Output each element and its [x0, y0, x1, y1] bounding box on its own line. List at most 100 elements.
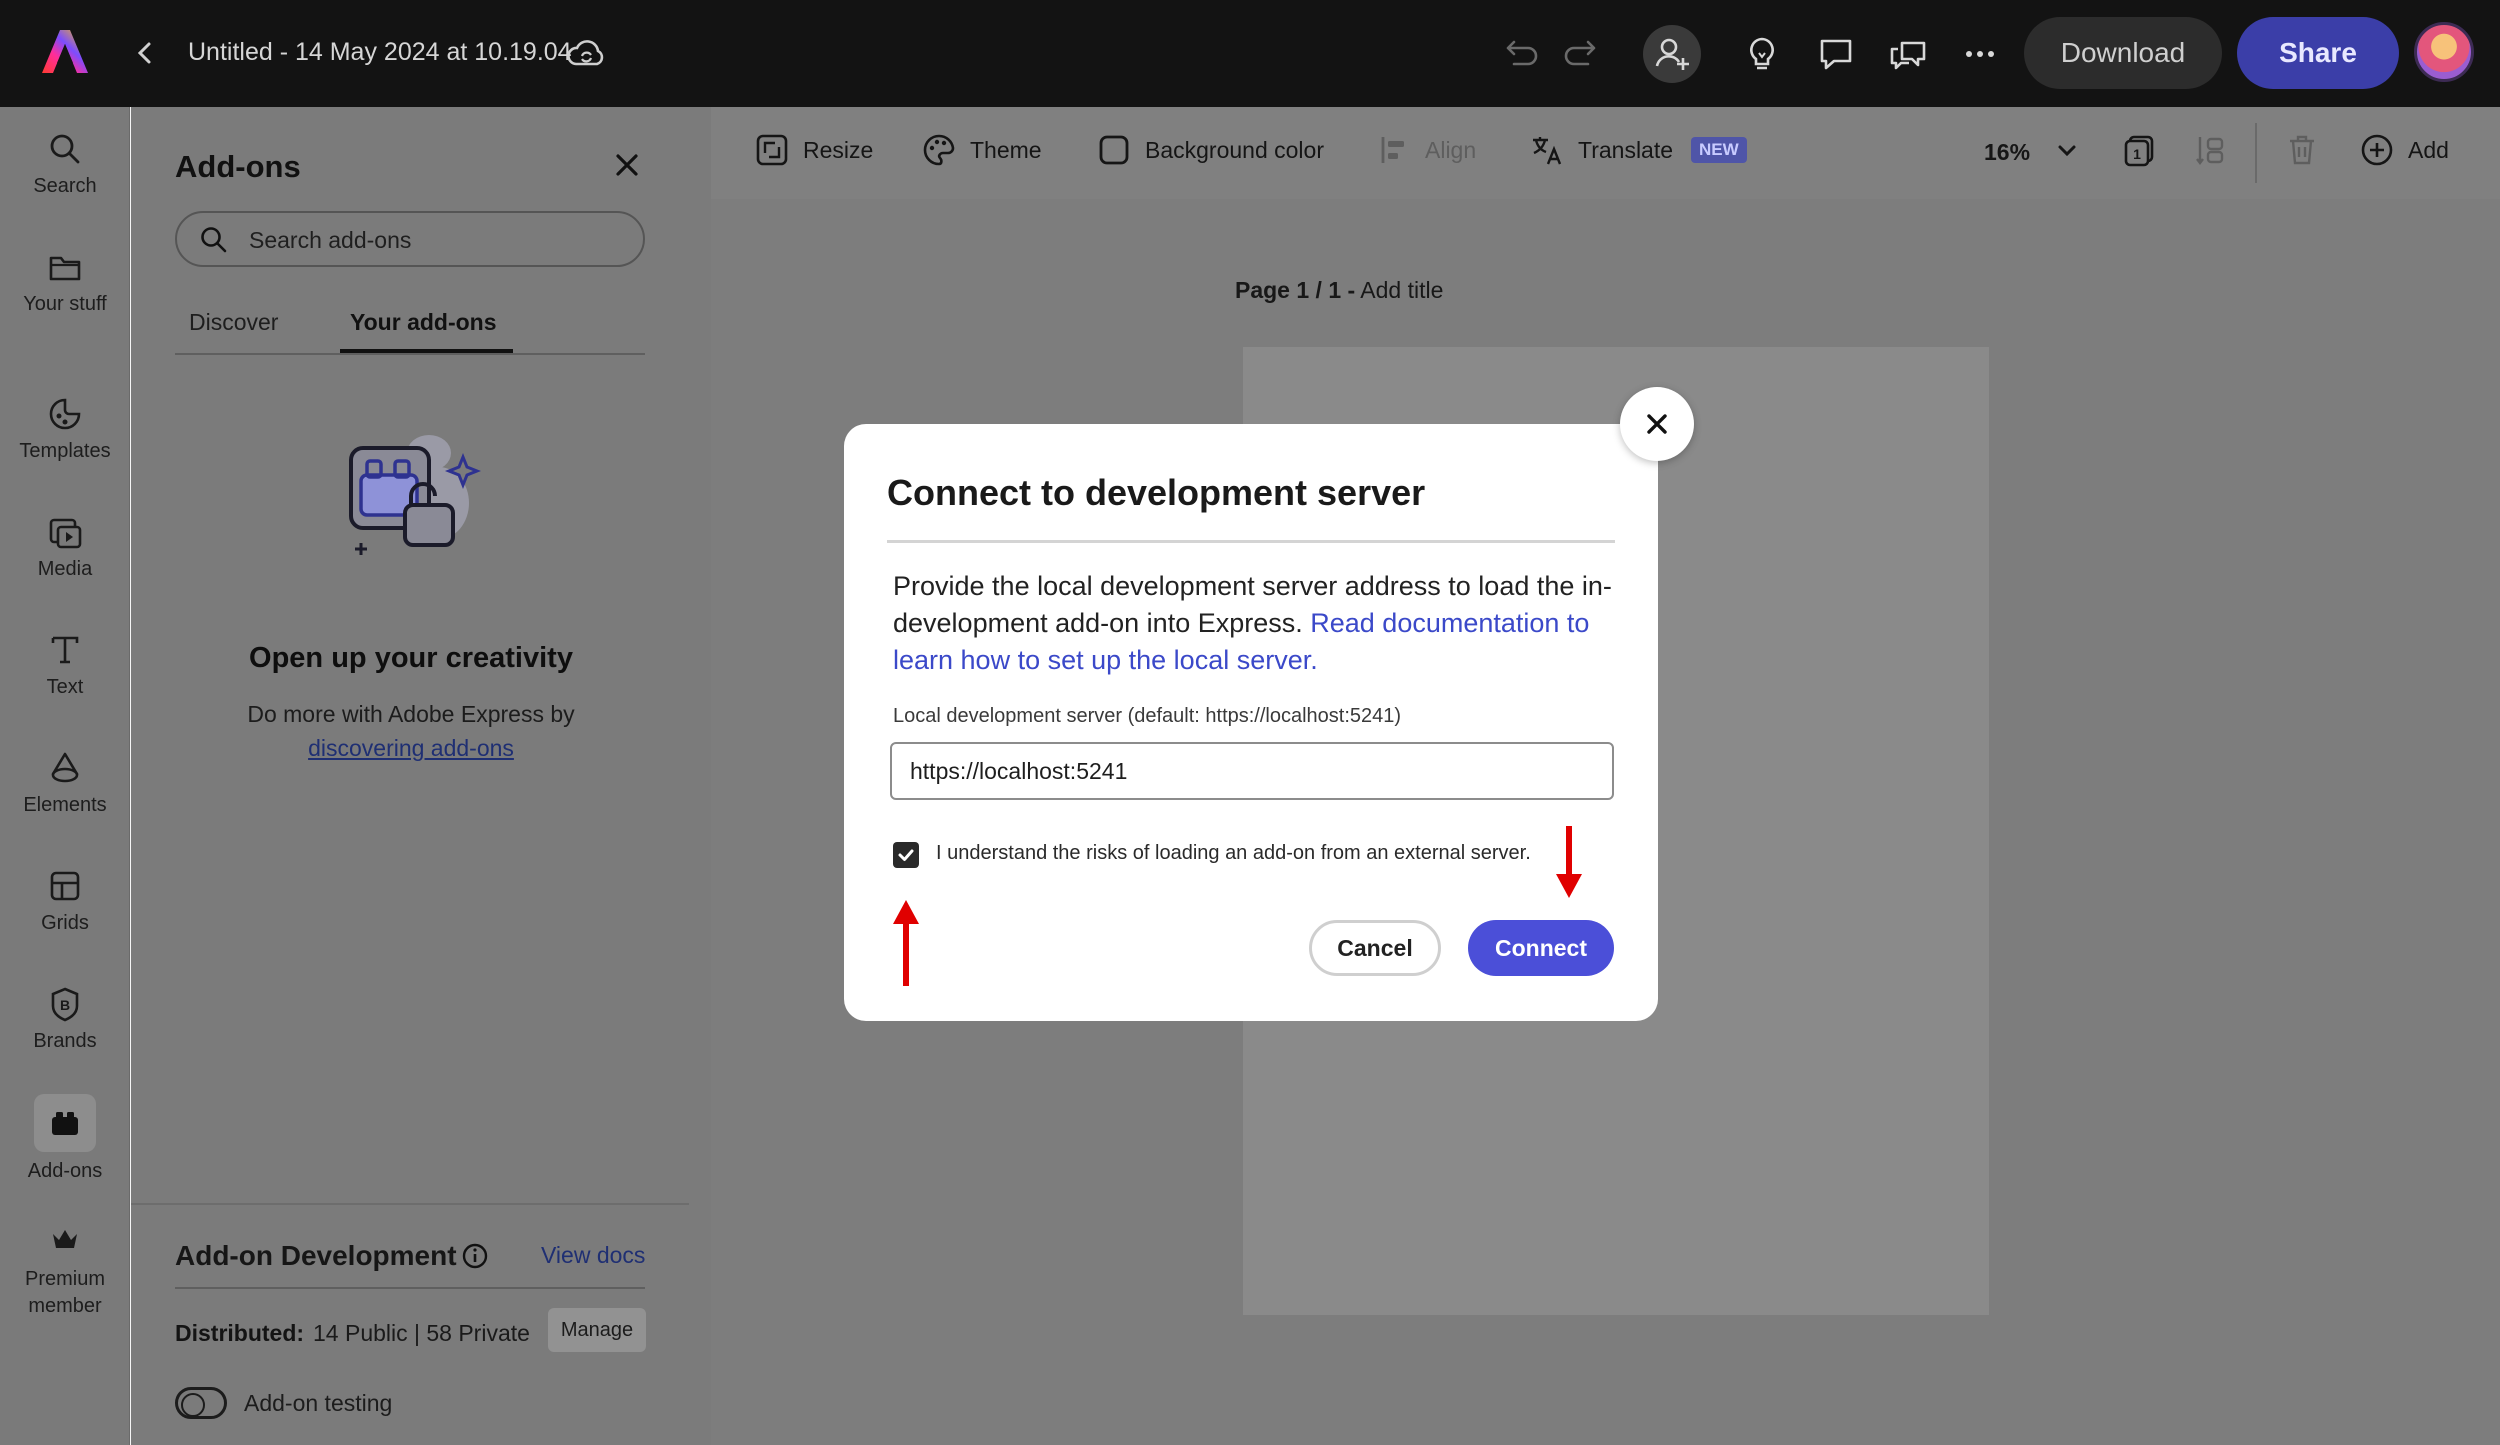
add-ons-icon — [52, 1112, 78, 1135]
undo-icon[interactable] — [1498, 34, 1540, 74]
conversations-icon[interactable] — [1886, 33, 1930, 75]
connect-button[interactable]: Connect — [1468, 920, 1614, 976]
rail-label: Search — [33, 175, 97, 197]
delete-icon[interactable] — [2285, 133, 2319, 167]
translate-button[interactable]: Translate NEW — [1530, 133, 1747, 167]
lightbulb-icon[interactable] — [1742, 33, 1782, 75]
new-badge: NEW — [1691, 137, 1747, 163]
background-color-button[interactable]: Background color — [1097, 133, 1324, 167]
discovering-add-ons-link[interactable]: discovering add-ons — [308, 735, 514, 761]
background-color-icon — [1099, 135, 1129, 165]
info-icon[interactable] — [460, 1241, 490, 1271]
view-docs-link[interactable]: View docs — [541, 1242, 645, 1269]
risk-acknowledge-checkbox[interactable] — [893, 842, 919, 868]
rail-item-brands[interactable]: B Brands — [0, 984, 130, 1053]
server-address-input[interactable] — [890, 742, 1614, 800]
panel-title: Add-ons — [175, 149, 301, 184]
manage-button[interactable]: Manage — [548, 1308, 646, 1352]
back-chevron-icon[interactable] — [132, 36, 158, 70]
dialog-divider — [887, 540, 1615, 543]
zoom-level[interactable]: 16% — [1984, 139, 2030, 166]
distributed-label: Distributed: — [175, 1320, 305, 1346]
rail-label: Elements — [23, 794, 107, 816]
more-options-icon[interactable] — [1958, 33, 2002, 75]
risk-acknowledge-label[interactable]: I understand the risks of loading an add… — [936, 842, 1531, 865]
add-person-icon — [1655, 38, 1689, 70]
rail-label: Media — [37, 558, 93, 580]
annotation-arrow-up — [893, 900, 919, 986]
arrange-layers-icon[interactable] — [2194, 133, 2228, 167]
rail-item-premium[interactable]: Premium member — [0, 1220, 130, 1320]
document-title[interactable]: Untitled - 14 May 2024 at 10.19.04 — [188, 38, 572, 67]
rail-item-text[interactable]: Text — [0, 630, 130, 699]
rail-label: Add-ons — [27, 1160, 103, 1182]
rail-item-templates[interactable]: Templates — [0, 394, 130, 463]
rail-label: Text — [46, 676, 84, 698]
add-ons-search-input[interactable]: Search add-ons — [175, 211, 645, 267]
rail-label: Premium member — [24, 1268, 105, 1317]
dev-divider — [175, 1287, 645, 1289]
redo-icon[interactable] — [1562, 34, 1604, 74]
resize-label: Resize — [803, 136, 874, 163]
checkmark-icon — [898, 849, 914, 861]
connect-dev-server-dialog: Connect to development server Provide th… — [844, 424, 1658, 1021]
chevron-down-icon[interactable] — [2055, 139, 2079, 163]
theme-button[interactable]: Theme — [922, 133, 1042, 167]
crown-icon — [53, 1230, 77, 1248]
toolbar-separator — [2255, 123, 2257, 183]
text-icon — [51, 636, 79, 664]
media-icon — [49, 518, 82, 549]
dialog-description: Provide the local development server add… — [893, 568, 1613, 679]
cloud-sync-icon[interactable] — [564, 34, 608, 74]
download-button[interactable]: Download — [2024, 17, 2222, 89]
adobe-express-logo[interactable] — [40, 27, 90, 77]
add-ons-panel: Add-ons Search add-ons Discover Your add… — [131, 107, 711, 1445]
add-button[interactable]: Add — [2360, 133, 2449, 167]
add-on-development-title: Add-on Development — [175, 1240, 457, 1271]
rail-item-grids[interactable]: Grids — [0, 866, 130, 935]
add-ons-tabs: Discover Your add-ons — [175, 309, 645, 355]
translate-icon — [1533, 137, 1562, 165]
rail-item-elements[interactable]: Elements — [0, 748, 130, 817]
active-tab-indicator — [340, 349, 513, 353]
search-icon — [50, 134, 80, 164]
dialog-title: Connect to development server — [887, 472, 1426, 513]
tab-your-add-ons[interactable]: Your add-ons — [350, 309, 497, 336]
page-label[interactable]: Page 1 / 1 - Add title — [1235, 277, 1443, 304]
tab-discover[interactable]: Discover — [189, 309, 278, 336]
rail-label: Templates — [19, 440, 111, 462]
close-icon[interactable] — [611, 149, 643, 181]
section-divider — [131, 1203, 689, 1205]
dialog-close-button[interactable] — [1620, 387, 1694, 461]
rail-item-add-ons[interactable]: Add-ons — [0, 1094, 130, 1183]
page-title-placeholder[interactable]: Add title — [1360, 277, 1443, 303]
search-placeholder: Search add-ons — [249, 227, 412, 253]
resize-icon — [756, 134, 788, 166]
rail-item-search[interactable]: Search — [0, 129, 130, 198]
svg-text:1: 1 — [2133, 146, 2141, 162]
share-button[interactable]: Share — [2237, 17, 2399, 89]
rail-item-media[interactable]: Media — [0, 512, 130, 581]
add-on-testing-label: Add-on testing — [244, 1390, 393, 1416]
align-button[interactable]: Align — [1377, 133, 1476, 167]
folder-icon — [49, 256, 81, 281]
comment-icon[interactable] — [1815, 33, 1857, 75]
cancel-button[interactable]: Cancel — [1309, 920, 1441, 976]
top-bar: Untitled - 14 May 2024 at 10.19.04 Downl… — [0, 0, 2500, 107]
user-avatar[interactable] — [2414, 22, 2474, 82]
resize-button[interactable]: Resize — [755, 133, 873, 167]
add-ons-illustration — [349, 435, 481, 555]
translate-label: Translate — [1578, 136, 1674, 163]
grids-icon — [50, 871, 80, 901]
add-on-testing-toggle[interactable] — [175, 1387, 227, 1419]
rail-label: Brands — [33, 1030, 97, 1052]
align-label: Align — [1425, 136, 1477, 163]
rail-label: Grids — [41, 912, 89, 934]
rail-label: Your stuff — [23, 293, 107, 315]
rail-active-highlight — [34, 1094, 96, 1152]
invite-button[interactable] — [1643, 25, 1701, 83]
add-label: Add — [2408, 136, 2449, 163]
page-count-icon[interactable]: 1 — [2122, 133, 2156, 167]
elements-icon — [51, 752, 79, 783]
rail-item-your-stuff[interactable]: Your stuff — [0, 247, 130, 316]
